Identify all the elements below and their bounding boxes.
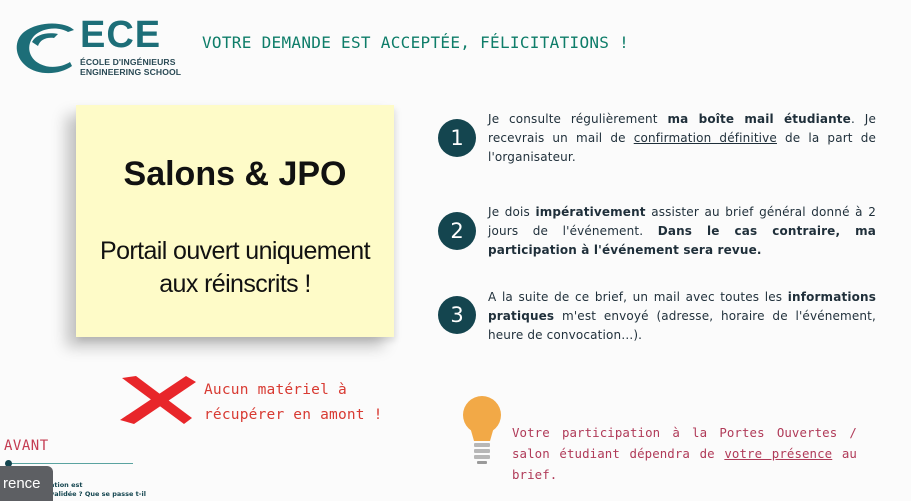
- step-number-1: 1: [438, 119, 476, 157]
- text-run: Je dois: [488, 205, 536, 219]
- step-2: 2 Je dois impérativement assister au bri…: [438, 203, 880, 263]
- logo-text: ECE: [80, 14, 162, 56]
- timeline-caption-1: ation est: [50, 481, 83, 489]
- step-3: 3 A la suite de ce brief, un mail avec t…: [438, 288, 880, 348]
- text-run: Je consulte régulièrement: [488, 112, 668, 126]
- note-body-line-1: Portail ouvert uniquement: [100, 237, 370, 265]
- text-run: ma boîte mail étudiante: [667, 112, 851, 126]
- step-number-2: 2: [438, 212, 476, 250]
- timeline-label: AVANT: [4, 438, 49, 454]
- step-text-1: Je consulte régulièrement ma boîte mail …: [488, 110, 876, 167]
- logo-subtitle-fr: ÉCOLE D'INGÉNIEURS: [80, 57, 176, 67]
- warning-line-1: Aucun matériel à: [204, 382, 347, 398]
- ece-logo-swoosh-icon: [16, 23, 74, 74]
- participation-note: Votre participation à la Portes Ouvertes…: [512, 422, 857, 485]
- headline: VOTRE DEMANDE EST ACCEPTÉE, FÉLICITATION…: [202, 33, 630, 52]
- note-body-line-2: aux réinscrits !: [159, 270, 311, 298]
- note-body: Portail ouvert uniquement aux réinscrits…: [76, 235, 394, 301]
- sticky-note: Salons & JPO Portail ouvert uniquement a…: [76, 105, 394, 337]
- reference-button[interactable]: rence: [0, 466, 53, 501]
- warning-note: Aucun matériel à récupérer en amont !: [204, 378, 414, 428]
- lightbulb-icon: [463, 396, 501, 464]
- red-cross-icon: [120, 376, 196, 424]
- note-title: Salons & JPO: [123, 155, 347, 193]
- ece-logo: ECE ÉCOLE D'INGÉNIEURS ENGINEERING SCHOO…: [14, 16, 194, 78]
- step-text-3: A la suite de ce brief, un mail avec tou…: [488, 288, 876, 345]
- timeline-line: [8, 463, 133, 464]
- step-text-2: Je dois impérativement assister au brief…: [488, 203, 876, 260]
- step-number-3: 3: [438, 296, 476, 334]
- text-run: A la suite de ce brief, un mail avec tou…: [488, 290, 788, 304]
- text-run: confirmation définitive: [633, 131, 777, 145]
- text-run: impérativement: [535, 205, 646, 219]
- warning-line-2: récupérer en amont !: [204, 407, 383, 423]
- logo-subtitle-en: ENGINEERING SCHOOL: [80, 67, 182, 77]
- text-run: votre présence: [724, 446, 833, 461]
- step-1: 1 Je consulte régulièrement ma boîte mai…: [438, 110, 880, 170]
- timeline-caption-2: validée ? Que se passe t-il: [50, 490, 146, 498]
